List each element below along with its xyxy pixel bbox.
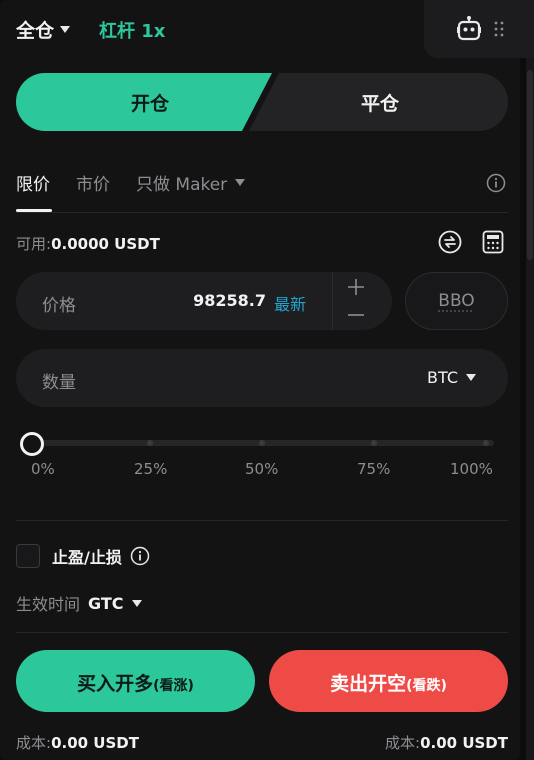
slider-thumb[interactable] (20, 432, 44, 456)
slider-label: 25% (134, 460, 168, 478)
bbo-label: BBO (438, 291, 475, 311)
scrollbar-thumb[interactable] (527, 70, 533, 260)
bbo-button[interactable]: BBO (405, 272, 508, 330)
slider-tick[interactable] (147, 440, 153, 446)
info-icon[interactable] (130, 546, 150, 566)
transfer-icon[interactable] (438, 230, 462, 254)
margin-mode-select[interactable]: 全仓 (16, 16, 71, 43)
latest-price-button[interactable]: 最新 (274, 291, 306, 315)
buy-main-text: 买入开多 (77, 673, 154, 695)
tpsl-row: 止盈/止损 (16, 544, 150, 568)
quantity-input[interactable]: 数量 BTC (16, 349, 508, 407)
quantity-unit: BTC (427, 368, 458, 387)
tab-limit[interactable]: 限价 (16, 170, 50, 195)
robot-icon[interactable] (457, 16, 481, 42)
close-position-tab[interactable]: 平仓 (356, 89, 404, 116)
leverage-button[interactable]: 杠杆 1x (99, 17, 165, 43)
sell-main-text: 卖出开空 (330, 673, 407, 695)
sell-cost-value: 0.00 USDT (420, 734, 508, 752)
info-icon[interactable] (486, 173, 506, 193)
price-input[interactable]: 价格 98258.7 最新 (16, 272, 392, 330)
slider-label: 0% (31, 460, 55, 478)
margin-mode-label: 全仓 (16, 20, 55, 42)
minus-icon[interactable] (346, 305, 366, 325)
buy-long-button[interactable]: 买入开多(看涨) (16, 650, 255, 712)
open-close-toggle: 开仓 平仓 (16, 73, 508, 131)
chevron-down-icon (60, 26, 71, 33)
buy-sub-text: (看涨) (153, 678, 194, 694)
toggle-shape (16, 73, 508, 131)
tpsl-label[interactable]: 止盈/止损 (52, 544, 122, 568)
calculator-icon[interactable] (482, 230, 504, 254)
amount-slider[interactable] (16, 430, 496, 456)
divider (16, 632, 508, 633)
buy-cost: 成本:0.00 USDT (16, 732, 139, 753)
tab-maker-only-label: 只做 Maker (136, 175, 228, 195)
slider-label: 50% (245, 460, 279, 478)
open-position-tab[interactable]: 开仓 (126, 89, 174, 116)
price-value[interactable]: 98258.7 (193, 291, 266, 310)
plus-icon[interactable] (346, 277, 366, 297)
slider-label: 100% (450, 460, 493, 478)
chevron-down-icon (466, 374, 476, 381)
buy-long-label: 买入开多(看涨) (16, 669, 255, 696)
tab-market[interactable]: 市价 (76, 170, 110, 195)
slider-tick[interactable] (371, 440, 377, 446)
divider (16, 212, 508, 213)
chevron-down-icon (131, 599, 142, 607)
available-balance: 可用:0.0000 USDT (16, 233, 160, 254)
slider-label: 75% (357, 460, 391, 478)
stepper-divider (332, 272, 333, 330)
sell-short-button[interactable]: 卖出开空(看跌) (269, 650, 508, 712)
divider (16, 520, 508, 521)
slider-tick[interactable] (483, 440, 489, 446)
buy-cost-label: 成本: (16, 734, 52, 752)
time-in-force-value: GTC (88, 593, 124, 613)
sell-cost-label: 成本: (385, 734, 421, 752)
sell-sub-text: (看跌) (406, 678, 447, 694)
sell-short-label: 卖出开空(看跌) (269, 669, 508, 696)
time-in-force-label: 生效时间 (16, 595, 81, 614)
available-label: 可用: (16, 235, 52, 253)
price-label: 价格 (42, 296, 76, 316)
drag-handle-icon[interactable] (494, 21, 504, 37)
tab-maker-only[interactable]: 只做 Maker (136, 170, 246, 195)
slider-tick[interactable] (259, 440, 265, 446)
slider-labels: 0% 25% 50% 75% 100% (16, 460, 508, 480)
buy-cost-value: 0.00 USDT (51, 734, 139, 752)
order-type-tabs: 限价 市价 只做 Maker (16, 170, 508, 214)
tpsl-checkbox[interactable] (16, 544, 40, 568)
available-value: 0.0000 USDT (51, 235, 160, 253)
panel-header: 全仓 杠杆 1x (0, 0, 534, 60)
time-in-force-select[interactable]: 生效时间 GTC (16, 591, 142, 615)
quantity-unit-select[interactable]: BTC (427, 368, 476, 387)
chevron-down-icon (235, 179, 246, 186)
sell-cost: 成本:0.00 USDT (385, 732, 508, 753)
quantity-label: 数量 (42, 373, 76, 393)
